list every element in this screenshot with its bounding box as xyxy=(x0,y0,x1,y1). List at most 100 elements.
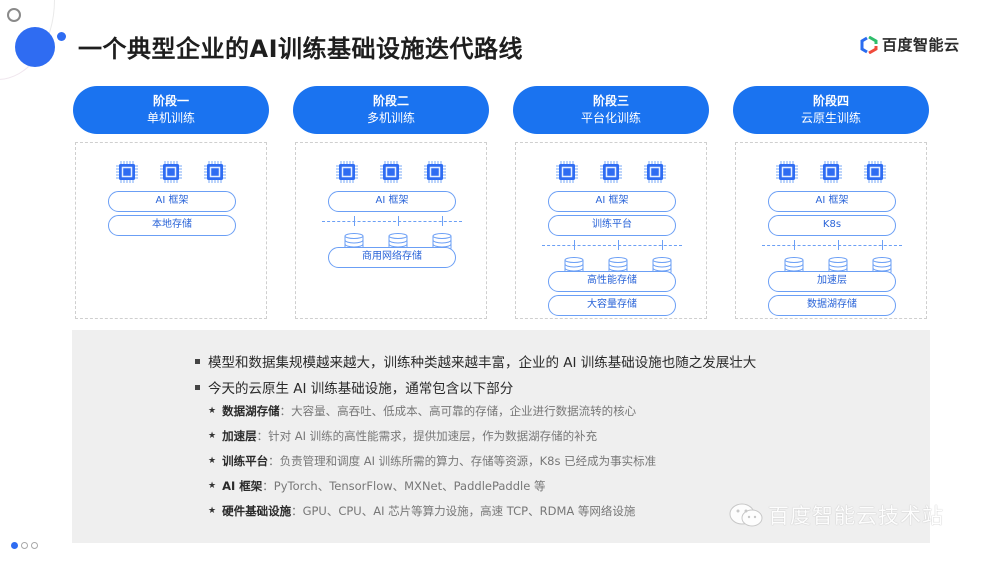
stage-3: 阶段三 平台化训练 AI 框架训练平台高性能存储大容量存储 xyxy=(513,86,709,319)
sub-bullet-desc: ：GPU、CPU、AI 芯片等算力设施，高速 TCP、RDMA 等网络设施 xyxy=(291,504,636,518)
chip-icon xyxy=(336,161,358,183)
star-icon: ★ xyxy=(208,431,217,441)
watermark-text: 百度智能云技术站 xyxy=(768,504,944,528)
stage-number: 阶段四 xyxy=(812,94,849,108)
chip-icon xyxy=(424,161,446,183)
chip-icon xyxy=(556,161,578,183)
watermark: 百度智能云技术站 xyxy=(728,500,944,530)
bullet-dot-icon xyxy=(195,358,200,364)
sub-bullet-item: ★ 硬件基础设施：GPU、CPU、AI 芯片等算力设施，高速 TCP、RDMA … xyxy=(208,503,635,519)
stage-number: 阶段一 xyxy=(152,94,189,108)
storage-pill: 高性能存储 xyxy=(548,271,676,292)
chip-icon xyxy=(820,161,842,183)
bus-connector xyxy=(442,216,443,226)
stage-number: 阶段三 xyxy=(592,94,629,108)
storage-pill: 大容量存储 xyxy=(548,295,676,316)
network-bus xyxy=(542,245,682,246)
logo-text: 百度智能云 xyxy=(882,36,960,54)
storage-pill: 商用网络存储 xyxy=(328,247,456,268)
stage-header: 阶段四 云原生训练 xyxy=(733,86,929,134)
stage-name: 云原生训练 xyxy=(800,111,861,125)
sub-bullet-term: AI 框架 xyxy=(222,479,263,493)
decorative-blue-circle-icon xyxy=(15,27,55,67)
sub-bullet-term: 训练平台 xyxy=(222,454,269,468)
chip-icon xyxy=(116,161,138,183)
stage-diagram: AI 框架本地存储 xyxy=(75,142,267,319)
bus-connector xyxy=(794,240,795,250)
stage-number: 阶段二 xyxy=(372,94,409,108)
bus-connector xyxy=(354,216,355,226)
sub-bullet-term: 数据湖存储 xyxy=(222,404,280,418)
sub-bullet-item: ★ AI 框架：PyTorch、TensorFlow、MXNet、PaddleP… xyxy=(208,478,545,494)
sub-bullet-desc: ：负责管理和调度 AI 训练所需的算力、存储等资源，K8s 已经成为事实标准 xyxy=(268,454,657,468)
star-icon: ★ xyxy=(208,506,217,516)
bus-connector xyxy=(618,240,619,250)
network-bus xyxy=(322,221,462,222)
layer-pill: AI 框架 xyxy=(108,191,236,212)
storage-pill: 数据湖存储 xyxy=(768,295,896,316)
star-icon: ★ xyxy=(208,481,217,491)
sub-bullet-item: ★ 训练平台：负责管理和调度 AI 训练所需的算力、存储等资源，K8s 已经成为… xyxy=(208,453,656,469)
chip-row xyxy=(736,161,926,183)
stage-diagram: AI 框架 K8s 加速层数据湖存储 xyxy=(735,142,927,319)
storage-pill: 加速层 xyxy=(768,271,896,292)
stage-name: 多机训练 xyxy=(366,111,415,125)
star-icon: ★ xyxy=(208,456,217,466)
bullet-dot-icon xyxy=(195,384,200,390)
sub-bullet-desc: ：大容量、高吞吐、低成本、高可靠的存储，企业进行数据流转的核心 xyxy=(279,404,637,418)
chip-row xyxy=(296,161,486,183)
chip-row xyxy=(76,161,266,183)
sub-bullet-term: 加速层 xyxy=(222,429,257,443)
chip-icon xyxy=(600,161,622,183)
chip-icon xyxy=(160,161,182,183)
decorative-ring-icon xyxy=(7,8,21,22)
stage-1: 阶段一 单机训练 AI 框架本地存储 xyxy=(73,86,269,319)
decorative-small-circle-icon xyxy=(57,32,66,41)
stage-name: 单机训练 xyxy=(146,111,195,125)
hexagon-logo-icon xyxy=(860,35,878,54)
chip-icon xyxy=(776,161,798,183)
pager-dot-1[interactable] xyxy=(11,542,18,549)
stage-header: 阶段三 平台化训练 xyxy=(513,86,709,134)
bullet-item: 模型和数据集规模越来越大，训练种类越来越丰富，企业的 AI 训练基础设施也随之发… xyxy=(195,351,756,371)
stage-2: 阶段二 多机训练 AI 框架商用网络存储 xyxy=(293,86,489,319)
bus-connector xyxy=(398,216,399,226)
layer-pill: AI 框架 xyxy=(768,191,896,212)
network-bus xyxy=(762,245,902,246)
bus-connector xyxy=(838,240,839,250)
slide-pager[interactable] xyxy=(11,542,38,549)
chip-icon xyxy=(644,161,666,183)
bullet-text: 今天的云原生 AI 训练基础设施，通常包含以下部分 xyxy=(208,381,514,397)
layer-pill: AI 框架 xyxy=(328,191,456,212)
chip-icon xyxy=(380,161,402,183)
star-icon: ★ xyxy=(208,406,217,416)
bullet-text: 模型和数据集规模越来越大，训练种类越来越丰富，企业的 AI 训练基础设施也随之发… xyxy=(208,355,757,371)
slide-title: 一个典型企业的AI训练基础设施迭代路线 xyxy=(78,35,524,63)
chip-row xyxy=(516,161,706,183)
layer-pill: 本地存储 xyxy=(108,215,236,236)
stage-diagram: AI 框架训练平台高性能存储大容量存储 xyxy=(515,142,707,319)
chip-icon xyxy=(864,161,886,183)
stage-name: 平台化训练 xyxy=(580,111,641,125)
sub-bullet-item: ★ 数据湖存储：大容量、高吞吐、低成本、高可靠的存储，企业进行数据流转的核心 xyxy=(208,403,636,419)
sub-bullet-desc: ：PyTorch、TensorFlow、MXNet、PaddlePaddle 等 xyxy=(262,479,546,493)
bus-connector xyxy=(882,240,883,250)
bullet-item: 今天的云原生 AI 训练基础设施，通常包含以下部分 xyxy=(195,377,513,397)
bus-connector xyxy=(574,240,575,250)
stage-diagram: AI 框架商用网络存储 xyxy=(295,142,487,319)
wechat-icon xyxy=(729,503,763,527)
pager-dot-3[interactable] xyxy=(31,542,38,549)
stage-header: 阶段二 多机训练 xyxy=(293,86,489,134)
chip-icon xyxy=(204,161,226,183)
layer-pill: AI 框架 xyxy=(548,191,676,212)
layer-pill: K8s xyxy=(768,215,896,236)
stage-header: 阶段一 单机训练 xyxy=(73,86,269,134)
bus-connector xyxy=(662,240,663,250)
layer-pill: 训练平台 xyxy=(548,215,676,236)
sub-bullet-desc: ：针对 AI 训练的高性能需求，提供加速层，作为数据湖存储的补充 xyxy=(256,429,598,443)
stage-4: 阶段四 云原生训练 AI 框架 K8s 加速层数据湖存储 xyxy=(733,86,929,319)
baidu-cloud-logo: 百度智能云 xyxy=(860,34,960,55)
sub-bullet-term: 硬件基础设施 xyxy=(222,504,292,518)
sub-bullet-item: ★ 加速层：针对 AI 训练的高性能需求，提供加速层，作为数据湖存储的补充 xyxy=(208,428,597,444)
pager-dot-2[interactable] xyxy=(21,542,28,549)
